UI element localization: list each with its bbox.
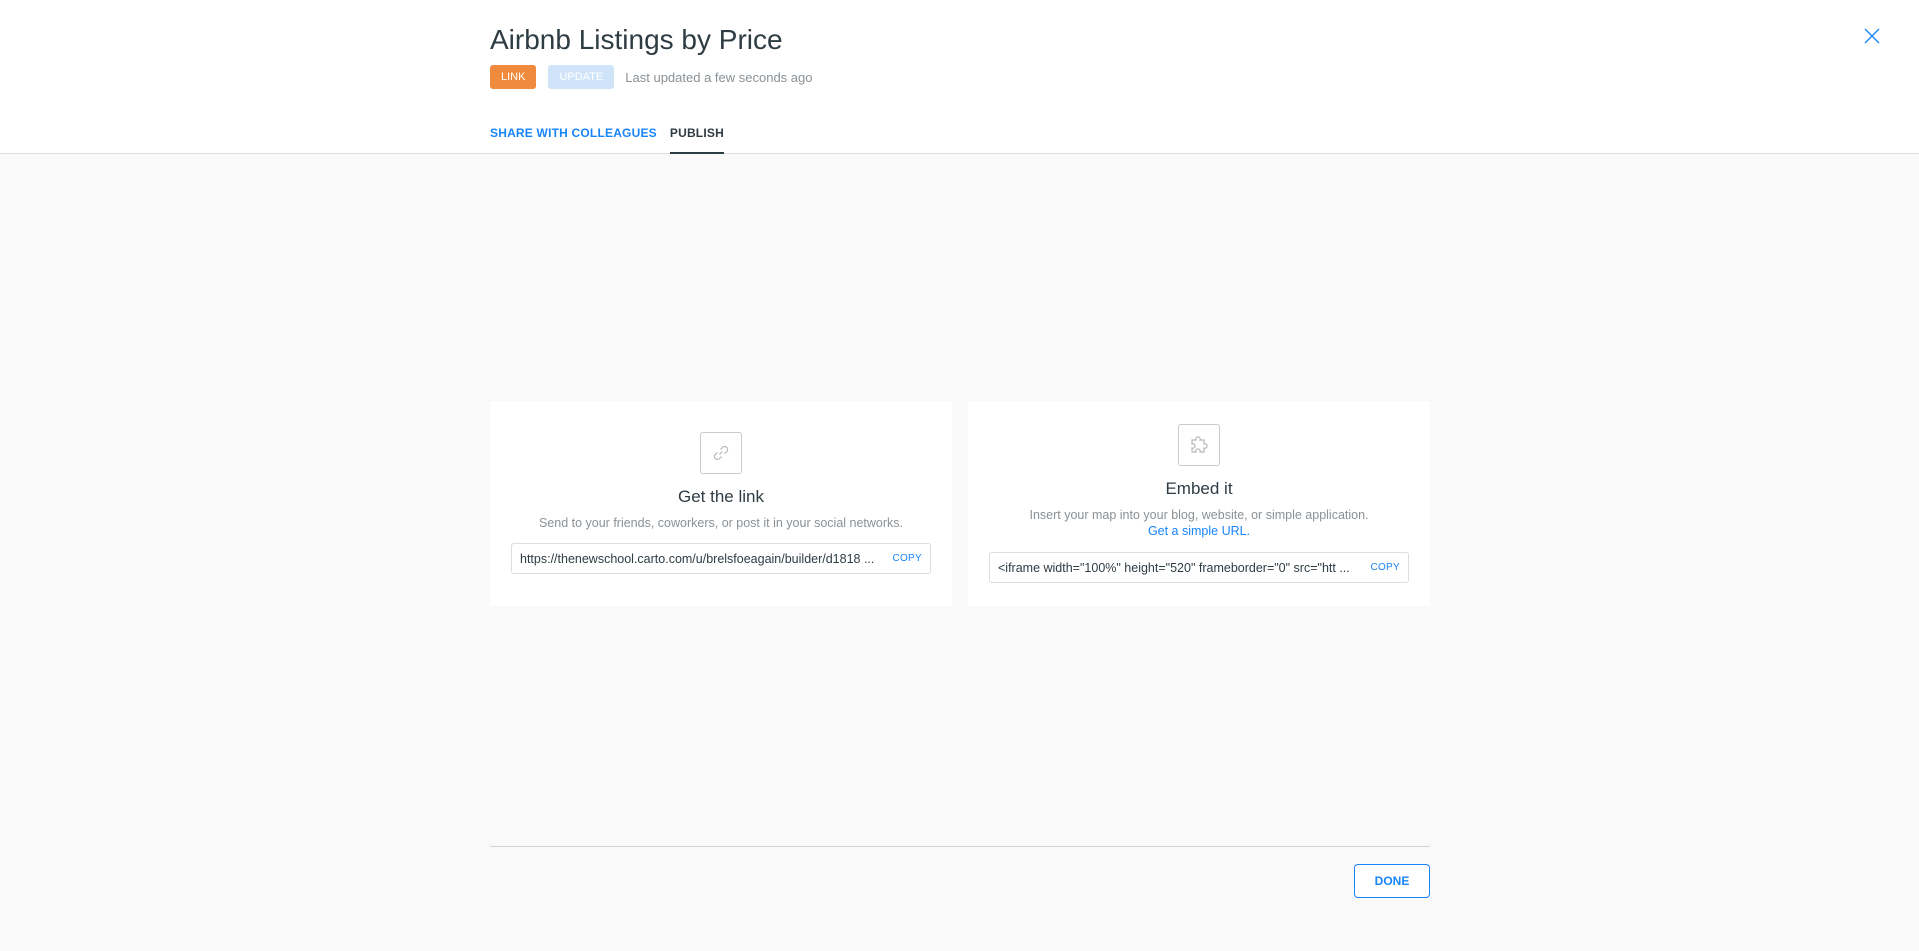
link-icon	[713, 446, 729, 460]
get-link-card: Get the link Send to your friends, cowor…	[490, 401, 952, 606]
embed-card: Embed it Insert your map into your blog,…	[968, 401, 1430, 606]
get-link-title: Get the link	[678, 487, 764, 506]
tab-bar: SHARE WITH COLLEAGUES PUBLISH	[490, 124, 737, 154]
embed-title: Embed it	[1165, 479, 1233, 498]
modal-header: Airbnb Listings by Price LINK UPDATE Las…	[0, 0, 1919, 154]
update-button[interactable]: UPDATE	[548, 65, 615, 89]
link-url-field[interactable]: https://thenewschool.carto.com/u/brelsfo…	[511, 543, 931, 574]
page-title: Airbnb Listings by Price	[490, 24, 783, 55]
puzzle-icon	[1191, 436, 1208, 453]
embed-code-field[interactable]: <iframe width="100%" height="520" frameb…	[989, 552, 1409, 583]
get-simple-url-link[interactable]: Get a simple URL.	[968, 524, 1430, 538]
get-link-description: Send to your friends, coworkers, or post…	[538, 516, 904, 530]
tab-share-with-colleagues[interactable]: SHARE WITH COLLEAGUES	[490, 124, 657, 154]
copy-link-button[interactable]: COPY	[892, 553, 922, 564]
close-icon	[1864, 28, 1880, 44]
last-updated-text: Last updated a few seconds ago	[625, 69, 813, 85]
footer-divider	[490, 846, 1430, 847]
link-badge: LINK	[490, 65, 537, 89]
tab-publish[interactable]: PUBLISH	[669, 124, 724, 154]
embed-description: Insert your map into your blog, website,…	[1029, 508, 1369, 522]
link-url-text[interactable]: https://thenewschool.carto.com/u/brelsfo…	[520, 552, 892, 566]
link-icon-box	[700, 432, 742, 474]
status-row: LINK UPDATE Last updated a few seconds a…	[490, 65, 812, 89]
close-button[interactable]	[1860, 24, 1884, 48]
done-button[interactable]: DONE	[1354, 864, 1430, 898]
copy-embed-button[interactable]: COPY	[1370, 562, 1400, 573]
puzzle-icon-box	[1178, 424, 1220, 466]
embed-code-text[interactable]: <iframe width="100%" height="520" frameb…	[998, 561, 1370, 575]
